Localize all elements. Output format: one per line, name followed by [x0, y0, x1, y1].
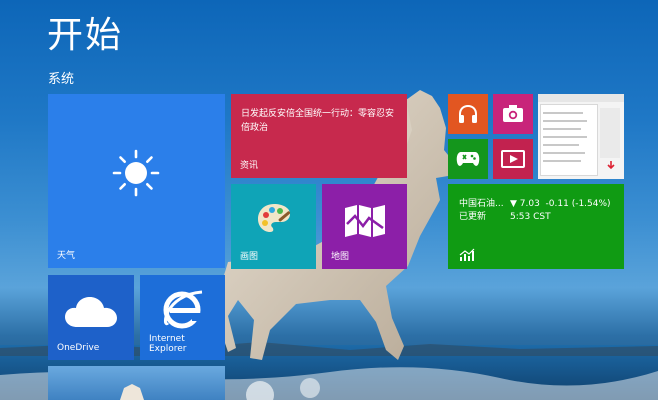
stock-values: ▼ 7.03 -0.11 (-1.54%) 5:53 CST [510, 198, 611, 224]
maps-tile[interactable]: 地图 [322, 184, 407, 269]
internet-explorer-tile[interactable]: Internet Explorer [140, 275, 225, 360]
stock-change: ▼ 7.03 -0.11 (-1.54%) [510, 199, 611, 209]
sun-icon [112, 149, 160, 197]
preview-row [543, 152, 585, 154]
maps-tile-label: 地图 [331, 252, 350, 262]
video-player-icon [501, 150, 525, 168]
headphones-icon [459, 104, 477, 123]
preview-row [543, 144, 579, 146]
preview-row [543, 160, 581, 162]
group-label-system: 系统 [48, 72, 75, 87]
weather-tile[interactable]: 天气 [48, 94, 225, 268]
stock-time: 5:53 CST [510, 212, 551, 222]
stock-status: 已更新 [459, 212, 487, 222]
paint-tile-label: 画图 [240, 252, 259, 262]
stock-info: 中国石油... 已更新 [459, 198, 504, 224]
stock-name: 中国石油... [459, 199, 504, 209]
finance-tile[interactable]: 中国石油... 已更新 ▼ 7.03 -0.11 (-1.54%) 5:53 C… [448, 184, 624, 269]
weather-tile-label: 天气 [57, 251, 76, 261]
desktop-tile[interactable] [48, 366, 225, 400]
onedrive-tile-label: OneDrive [57, 343, 100, 353]
map-icon [345, 205, 385, 237]
internet-explorer-icon [163, 290, 203, 329]
preview-row [543, 120, 587, 122]
game-controller-icon [456, 152, 480, 166]
start-title: 开始 [47, 15, 124, 56]
news-headline: 日发起反安倍全国统一行动：零容忍安倍政治 [241, 109, 395, 133]
ie-label-line1: Internet [149, 334, 185, 344]
music-tile[interactable] [448, 94, 488, 134]
video-tile[interactable] [493, 139, 533, 179]
onedrive-tile[interactable]: OneDrive [48, 275, 134, 360]
news-tile-label: 资讯 [240, 161, 259, 171]
paint-tile[interactable]: 画图 [231, 184, 316, 269]
cloud-icon [65, 297, 117, 327]
download-arrow-icon [607, 161, 615, 170]
xbox-games-tile[interactable] [448, 139, 488, 179]
preview-window [540, 104, 598, 176]
preview-row [543, 136, 587, 138]
desktop-preview-tile[interactable] [538, 94, 624, 179]
internet-explorer-tile-label: Internet Explorer [149, 334, 186, 354]
preview-sidebar [600, 108, 620, 158]
desktop-thumbnail-figure [120, 384, 144, 400]
stock-chart-icon [459, 248, 475, 261]
preview-row [543, 128, 581, 130]
preview-row [543, 112, 583, 114]
camera-icon [503, 105, 523, 122]
camera-tile[interactable] [493, 94, 533, 134]
news-tile[interactable]: 日发起反安倍全国统一行动：零容忍安倍政治 资讯 [231, 94, 407, 178]
palette-icon [258, 204, 291, 232]
ie-label-line2: Explorer [149, 344, 187, 354]
preview-titlebar [538, 94, 624, 102]
